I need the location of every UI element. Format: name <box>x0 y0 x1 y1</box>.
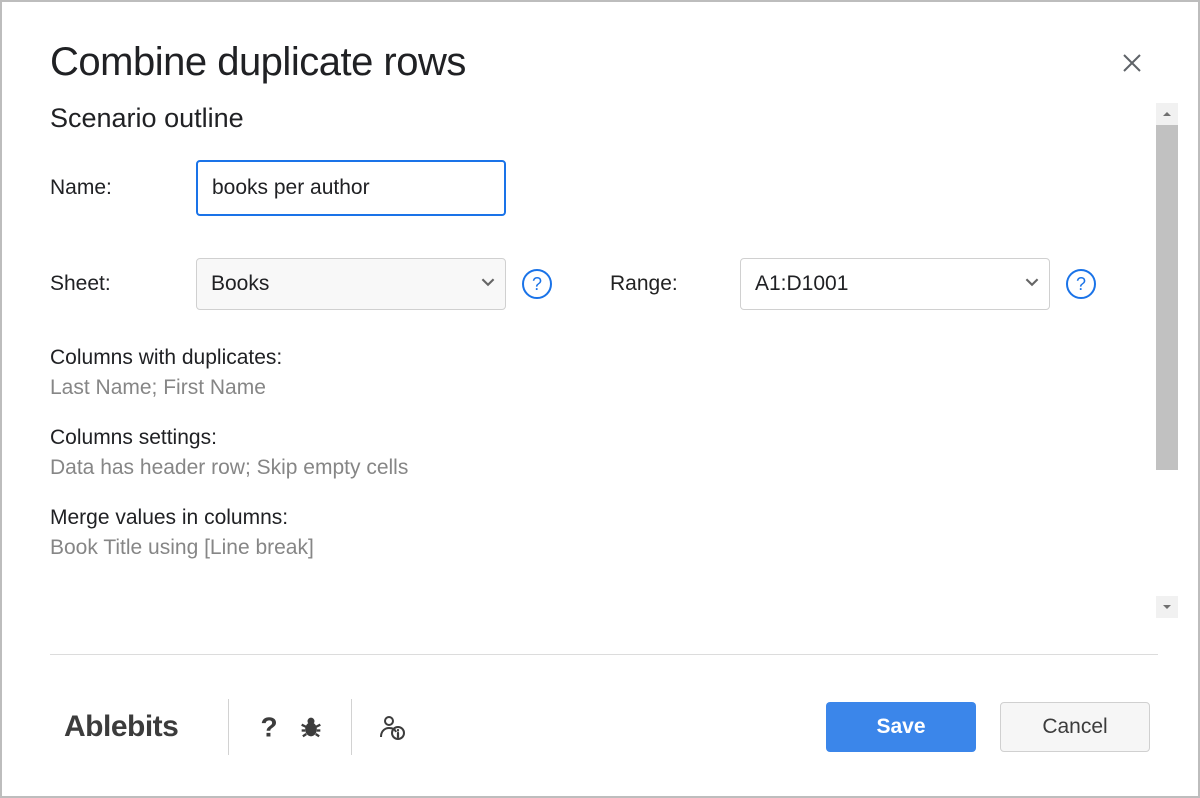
person-info-icon <box>378 713 406 741</box>
cancel-button[interactable]: Cancel <box>1000 702 1150 752</box>
name-row: Name: <box>50 160 1150 216</box>
help-button[interactable]: ? <box>251 709 287 745</box>
footer-left: Ablebits ? <box>64 699 410 755</box>
sheet-col: Sheet: Books ? <box>50 258 552 310</box>
divider <box>351 699 352 755</box>
merge-value: Book Title using [Line break] <box>50 536 1150 560</box>
sheet-help-icon[interactable]: ? <box>522 269 552 299</box>
range-col: Range: A1:D1001 ? <box>610 258 1096 310</box>
chevron-down-icon <box>481 275 495 294</box>
dialog-title: Combine duplicate rows <box>50 40 466 85</box>
merge-label: Merge values in columns: <box>50 506 1150 530</box>
range-dropdown[interactable]: A1:D1001 <box>740 258 1050 310</box>
cols-settings-block: Columns settings: Data has header row; S… <box>50 426 1150 480</box>
save-button[interactable]: Save <box>826 702 976 752</box>
close-icon <box>1120 51 1144 75</box>
cols-settings-label: Columns settings: <box>50 426 1150 450</box>
scroll-down-button[interactable] <box>1156 596 1178 618</box>
dup-cols-block: Columns with duplicates: Last Name; Firs… <box>50 346 1150 400</box>
close-button[interactable] <box>1114 45 1150 81</box>
range-help-icon[interactable]: ? <box>1066 269 1096 299</box>
scroll-content: Scenario outline Name: Sheet: Books ? <box>50 103 1150 627</box>
chevron-down-icon <box>1162 602 1172 612</box>
dialog-body: Scenario outline Name: Sheet: Books ? <box>2 103 1198 627</box>
dialog-header: Combine duplicate rows <box>2 2 1198 103</box>
sheet-label: Sheet: <box>50 272 196 296</box>
account-info-button[interactable] <box>374 709 410 745</box>
bug-report-button[interactable] <box>293 709 329 745</box>
divider <box>228 699 229 755</box>
chevron-down-icon <box>1025 275 1039 294</box>
bug-icon <box>297 713 325 741</box>
sheet-dropdown[interactable]: Books <box>196 258 506 310</box>
chevron-up-icon <box>1162 109 1172 119</box>
cols-settings-value: Data has header row; Skip empty cells <box>50 456 1150 480</box>
dup-cols-value: Last Name; First Name <box>50 376 1150 400</box>
dialog-footer: Ablebits ? <box>2 676 1198 796</box>
brand-logo: Ablebits <box>64 710 206 744</box>
footer-divider <box>50 654 1158 655</box>
sheet-value: Books <box>211 272 269 296</box>
name-label: Name: <box>50 176 196 200</box>
range-label: Range: <box>610 272 740 296</box>
dup-cols-label: Columns with duplicates: <box>50 346 1150 370</box>
scrollbar[interactable] <box>1156 103 1178 618</box>
dialog-window: Combine duplicate rows Scenario outline … <box>0 0 1200 798</box>
section-title: Scenario outline <box>50 103 1150 134</box>
merge-block: Merge values in columns: Book Title usin… <box>50 506 1150 560</box>
question-icon: ? <box>255 713 283 741</box>
name-input[interactable] <box>196 160 506 216</box>
svg-text:?: ? <box>261 713 278 741</box>
sheet-range-row: Sheet: Books ? Range: A1:D1001 <box>50 258 1150 310</box>
footer-buttons: Save Cancel <box>826 702 1150 752</box>
range-value: A1:D1001 <box>755 272 848 296</box>
scroll-up-button[interactable] <box>1156 103 1178 125</box>
scrollbar-thumb[interactable] <box>1156 125 1178 470</box>
